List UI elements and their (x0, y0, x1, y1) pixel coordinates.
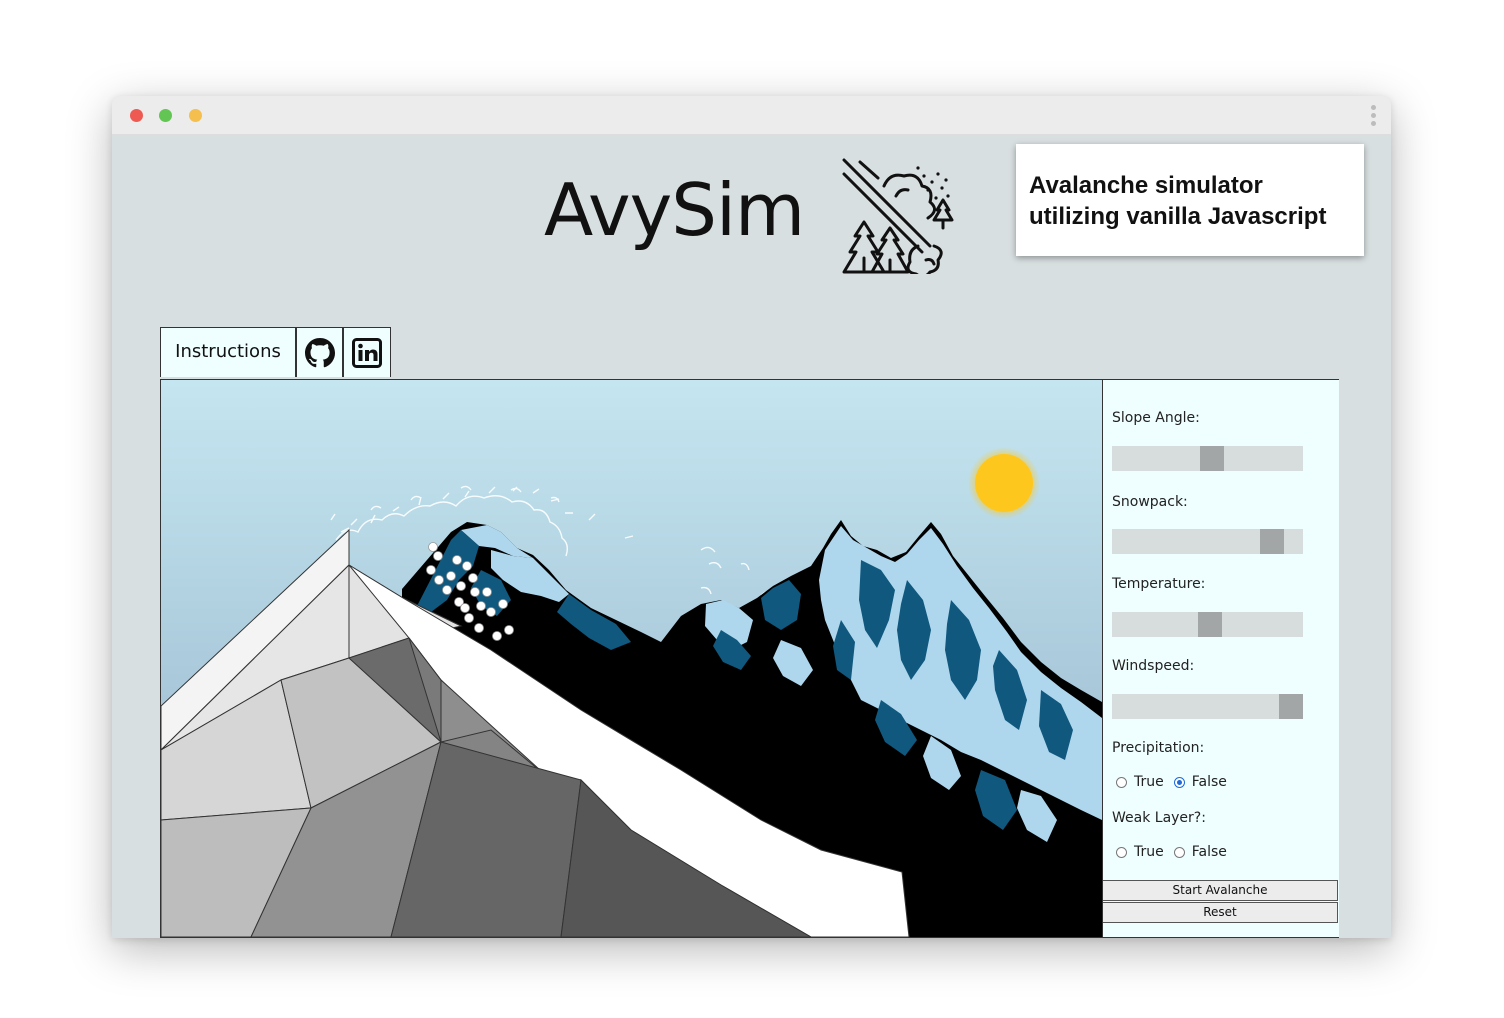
caption-line-2: utilizing vanilla Javascript (1029, 203, 1327, 230)
tab-github[interactable] (296, 327, 343, 377)
precipitation-label: Precipitation: (1112, 740, 1205, 756)
precipitation-false-radio[interactable] (1173, 776, 1185, 788)
snowpack-slider[interactable] (1112, 529, 1303, 554)
precipitation-true-label: True (1134, 774, 1164, 790)
more-menu-icon[interactable] (1371, 105, 1377, 129)
linkedin-icon (352, 338, 382, 368)
slope-angle-slider[interactable] (1112, 446, 1303, 471)
snowpack-thumb[interactable] (1260, 529, 1284, 554)
weak-layer-false-radio[interactable] (1173, 846, 1185, 858)
snowpack-label: Snowpack: (1112, 494, 1188, 510)
windspeed-slider[interactable] (1112, 694, 1303, 719)
slope-angle-thumb[interactable] (1200, 446, 1224, 471)
project-caption: Avalanche simulator utilizing vanilla Ja… (1016, 144, 1364, 256)
simulator-area: Slope Angle: Snowpack: Temperature: Wind… (160, 379, 1339, 938)
minimize-window-button[interactable] (189, 109, 202, 122)
start-avalanche-button[interactable]: Start Avalanche (1103, 880, 1338, 901)
precipitation-false-label: False (1191, 774, 1227, 790)
weak-layer-true-label: True (1134, 844, 1164, 860)
tab-instructions[interactable]: Instructions (160, 327, 296, 377)
tab-linkedin[interactable] (343, 327, 391, 377)
close-window-button[interactable] (130, 109, 143, 122)
temperature-thumb[interactable] (1198, 612, 1222, 637)
windspeed-thumb[interactable] (1279, 694, 1303, 719)
controls-panel: Slope Angle: Snowpack: Temperature: Wind… (1102, 380, 1339, 937)
precipitation-true-radio[interactable] (1116, 776, 1127, 788)
windspeed-label: Windspeed: (1112, 658, 1195, 674)
reset-button[interactable]: Reset (1103, 902, 1338, 923)
weak-layer-options: True False (1116, 844, 1237, 860)
temperature-label: Temperature: (1112, 576, 1206, 592)
weak-layer-label: Weak Layer?: (1112, 810, 1206, 826)
browser-window: AvySim Avalanche simulator utilizing van… (112, 96, 1391, 938)
window-titlebar (112, 96, 1391, 135)
weak-layer-true-radio[interactable] (1116, 846, 1127, 858)
precipitation-options: True False (1116, 774, 1237, 790)
maximize-window-button[interactable] (159, 109, 172, 122)
weak-layer-false-label: False (1191, 844, 1227, 860)
page-title: AvySim (544, 168, 805, 252)
temperature-slider[interactable] (1112, 612, 1303, 637)
slope-angle-label: Slope Angle: (1112, 410, 1200, 426)
avalanche-scene-canvas[interactable] (161, 380, 1102, 937)
github-icon (305, 338, 335, 368)
caption-line-1: Avalanche simulator (1029, 172, 1263, 199)
avalanche-logo-icon (842, 158, 954, 274)
